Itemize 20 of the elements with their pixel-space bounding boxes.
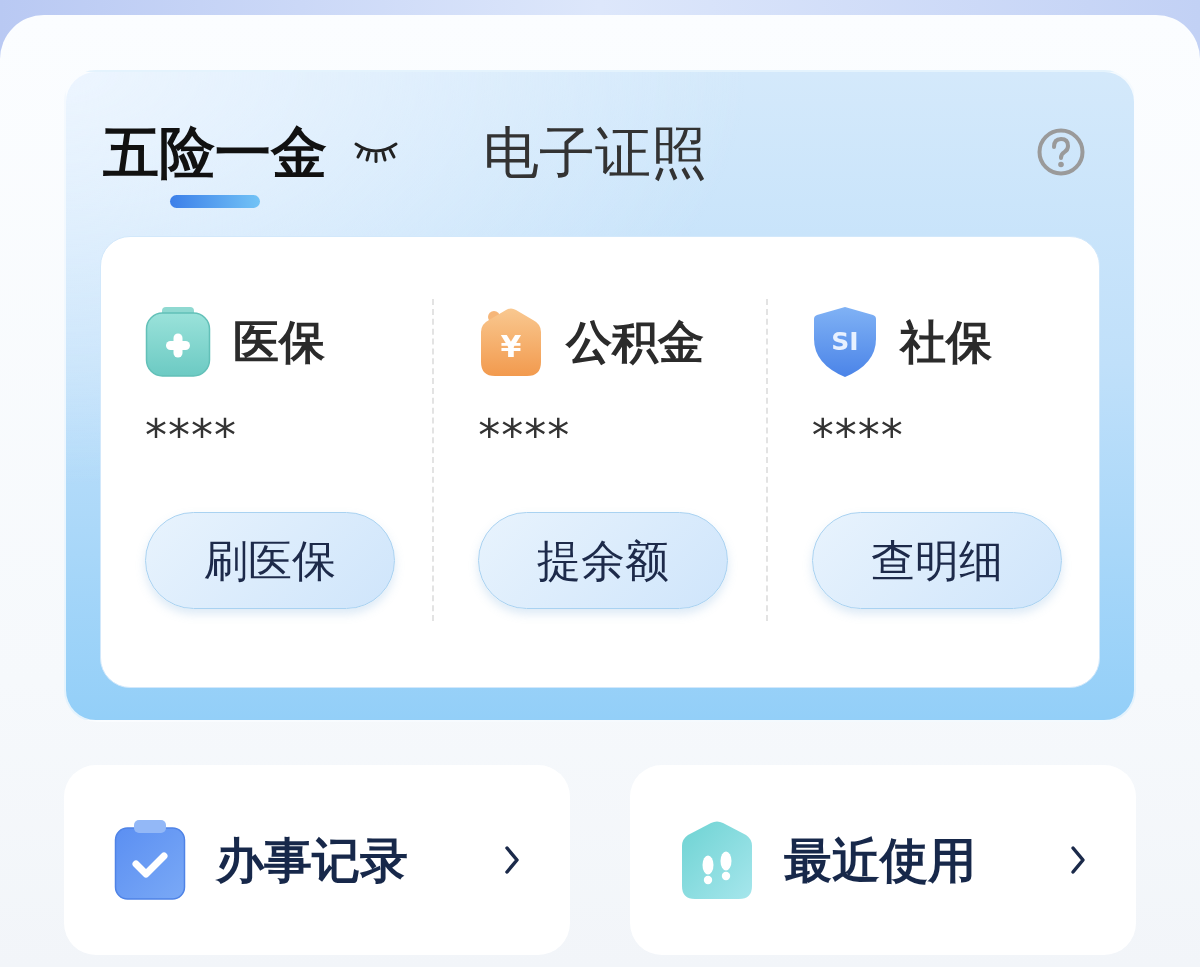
account-title: 医保 (233, 314, 325, 371)
clipboard-check-icon (114, 819, 186, 901)
account-title: 社保 (899, 314, 992, 371)
action-button[interactable]: 刷医保 (145, 512, 395, 609)
chevron-right-icon (1070, 845, 1086, 875)
closed-eye-icon[interactable] (353, 140, 399, 164)
medical-box-icon (145, 306, 211, 378)
shortcut-link[interactable]: 最近使用 (630, 765, 1136, 955)
masked-amount: **** (811, 412, 905, 460)
action-button[interactable]: 查明细 (811, 512, 1062, 609)
tab[interactable]: 电子证照 (483, 120, 707, 208)
shortcut-link[interactable]: 办事记录 (64, 765, 570, 955)
footprints-icon (680, 820, 754, 900)
chevron-right-icon (504, 845, 520, 875)
account-title: 公积金 (566, 314, 705, 371)
action-button[interactable]: 提余额 (478, 512, 729, 609)
masked-amount: **** (145, 412, 238, 460)
masked-amount: **** (478, 412, 572, 460)
tab[interactable]: 五险一金 (103, 120, 327, 208)
shield-icon: SI (811, 306, 878, 378)
